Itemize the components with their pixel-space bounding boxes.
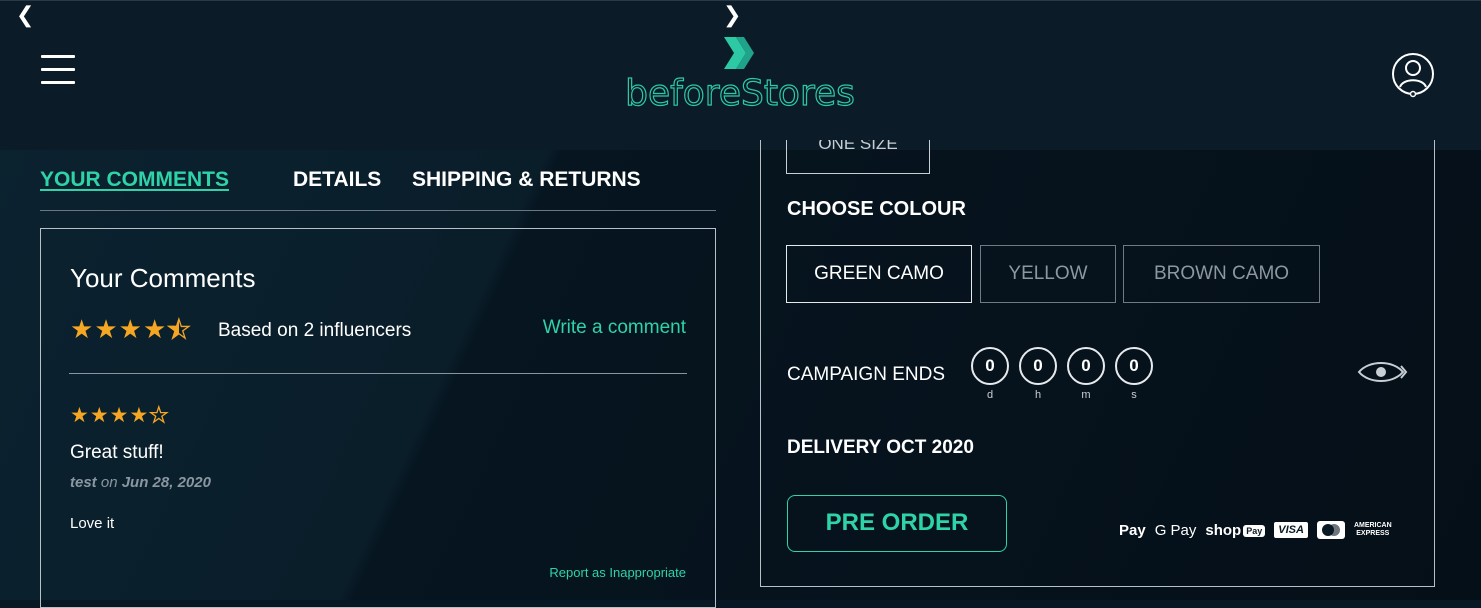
- countdown-minutes: 0 m: [1067, 347, 1105, 401]
- payment-methods: Pay G Pay shop Pay VISA AMERICAN EXPRESS: [1119, 517, 1392, 543]
- write-comment-link[interactable]: Write a comment: [543, 317, 686, 339]
- hamburger-menu-icon[interactable]: [41, 55, 75, 89]
- choose-colour-label: CHOOSE COLOUR: [787, 198, 966, 220]
- half-star-icon: ★: [167, 315, 192, 345]
- countdown-seconds-unit: s: [1131, 389, 1137, 401]
- countdown-hours: 0 h: [1019, 347, 1057, 401]
- apple-pay-icon: Pay: [1119, 522, 1146, 539]
- eye-icon[interactable]: [1357, 358, 1409, 386]
- tab-shipping-returns[interactable]: SHIPPING & RETURNS: [412, 168, 641, 192]
- amex-line2: EXPRESS: [1356, 530, 1390, 537]
- shop-pay-label: shop: [1205, 521, 1242, 539]
- countdown-hours-value: 0: [1019, 347, 1057, 385]
- countdown-days: 0 d: [971, 347, 1009, 401]
- pre-order-button[interactable]: PRE ORDER: [787, 495, 1007, 552]
- star-icon: ★: [70, 403, 89, 427]
- user-account-icon[interactable]: [1391, 52, 1435, 98]
- divider: [69, 373, 687, 374]
- review-on: on: [100, 474, 118, 491]
- colour-option-yellow[interactable]: YELLOW: [980, 245, 1116, 303]
- delivery-date: DELIVERY OCT 2020: [787, 437, 974, 458]
- star-icon: ★: [129, 403, 149, 427]
- review-meta: test on Jun 28, 2020: [70, 474, 211, 491]
- mastercard-icon: [1316, 521, 1345, 539]
- countdown-hours-unit: h: [1034, 389, 1042, 401]
- product-options-panel: ONE SIZE CHOOSE COLOUR GREEN CAMO YELLOW…: [760, 140, 1435, 587]
- amex-line1: AMERICAN: [1353, 522, 1392, 529]
- countdown-minutes-unit: m: [1081, 389, 1091, 401]
- star-icon: ★: [142, 315, 167, 345]
- comments-panel: Your Comments ★ ★ ★ ★ ★ Based on 2 influ…: [40, 228, 716, 608]
- review-author: test: [70, 474, 97, 491]
- size-option-button[interactable]: ONE SIZE: [786, 140, 930, 174]
- rating-summary: Based on 2 influencers: [218, 320, 412, 341]
- review-rating-stars: ★ ★ ★ ★ ★: [70, 403, 169, 427]
- american-express-icon: AMERICAN EXPRESS: [1354, 522, 1392, 538]
- star-icon: ★: [109, 403, 129, 427]
- star-icon: ★: [94, 315, 118, 345]
- colour-option-brown-camo[interactable]: BROWN CAMO: [1123, 245, 1320, 303]
- logo-text: beforeStores: [625, 73, 856, 114]
- star-icon: ★: [118, 315, 142, 345]
- prev-arrow-icon[interactable]: ❮: [16, 3, 34, 28]
- review-title: Great stuff!: [70, 442, 164, 463]
- shop-pay-badge: Pay: [1243, 524, 1266, 537]
- apple-pay-label: Pay: [1119, 521, 1146, 539]
- colour-option-green-camo[interactable]: GREEN CAMO: [786, 245, 972, 303]
- tab-details[interactable]: DETAILS: [293, 168, 381, 192]
- report-inappropriate-link[interactable]: Report as Inappropriate: [549, 565, 686, 580]
- site-header: ❮ ❯ beforeStores: [0, 0, 1481, 150]
- star-icon: ★: [89, 403, 109, 427]
- review-body: Love it: [70, 515, 115, 532]
- tab-your-comments[interactable]: YOUR COMMENTS: [40, 168, 229, 192]
- product-tabs: YOUR COMMENTS DETAILS SHIPPING & RETURNS: [40, 168, 716, 211]
- campaign-ends-label: CAMPAIGN ENDS: [787, 364, 946, 385]
- shop-pay-icon: shop Pay: [1205, 521, 1266, 539]
- visa-icon: VISA: [1274, 522, 1308, 538]
- countdown-seconds-value: 0: [1115, 347, 1153, 385]
- next-arrow-icon[interactable]: ❯: [723, 3, 741, 28]
- star-icon: ★: [70, 315, 94, 345]
- double-chevron-right-icon: [724, 37, 754, 69]
- empty-star-icon: ★: [149, 403, 169, 427]
- comments-title: Your Comments: [70, 263, 256, 293]
- review-date: Jun 28, 2020: [121, 474, 211, 491]
- site-logo[interactable]: beforeStores: [600, 33, 880, 123]
- countdown-days-value: 0: [971, 347, 1009, 385]
- countdown-minutes-value: 0: [1067, 347, 1105, 385]
- google-pay-icon: G Pay: [1154, 521, 1197, 539]
- countdown-days-unit: d: [986, 389, 994, 401]
- overall-rating-stars: ★ ★ ★ ★ ★: [70, 315, 192, 345]
- countdown-seconds: 0 s: [1115, 347, 1153, 401]
